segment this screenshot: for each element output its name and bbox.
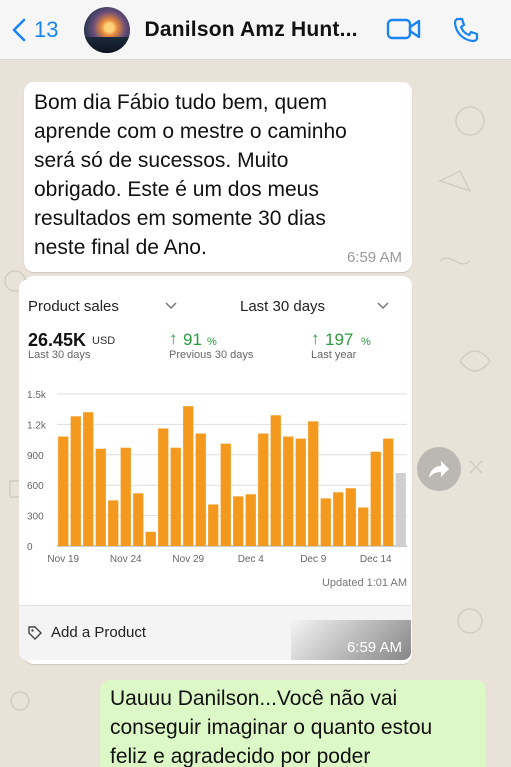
currency-label: USD bbox=[92, 335, 116, 347]
y-tick-label: 600 bbox=[27, 481, 44, 492]
chart-bar bbox=[333, 492, 344, 546]
y-tick-label: 1.5k bbox=[27, 390, 47, 401]
up-arrow-icon: ↑ bbox=[311, 329, 320, 348]
previous-sub-label: Previous 30 days bbox=[169, 349, 254, 361]
chat-header: 13 Danilson Amz Hunt... bbox=[0, 0, 511, 60]
chart-bar bbox=[383, 438, 394, 546]
unread-count: 13 bbox=[34, 16, 59, 42]
message-line: Uauuu Danilson...Você não vai bbox=[110, 687, 398, 710]
year-change-value: 197 bbox=[325, 330, 354, 349]
chart-bar bbox=[308, 421, 319, 546]
chart-bar bbox=[133, 493, 144, 546]
metric-dropdown: Product sales bbox=[28, 298, 119, 315]
back-button[interactable]: 13 bbox=[12, 17, 58, 43]
chart-bar bbox=[108, 500, 119, 546]
image-time: 6:59 AM bbox=[346, 639, 402, 656]
message-line: feliz e agradecido por poder bbox=[110, 745, 371, 767]
tag-icon bbox=[28, 626, 42, 640]
period-dropdown: Last 30 days bbox=[240, 298, 326, 315]
message-time: 6:59 AM bbox=[346, 249, 402, 266]
chart-bar bbox=[295, 438, 306, 546]
avatar[interactable] bbox=[84, 6, 131, 53]
chart-bar bbox=[195, 433, 206, 546]
message-line: Bom dia Fábio tudo bem, quem bbox=[34, 91, 327, 114]
x-tick-label: Nov 29 bbox=[172, 554, 204, 565]
contact-name[interactable]: Danilson Amz Hunt... bbox=[144, 18, 357, 42]
chart-bar bbox=[220, 443, 231, 546]
forward-button[interactable] bbox=[417, 447, 461, 491]
phone-call-icon[interactable] bbox=[452, 16, 480, 49]
sales-report-image[interactable]: Product sales Last 30 days 26.45K USD La… bbox=[19, 280, 411, 660]
chevron-down-icon bbox=[165, 302, 177, 310]
percent-label: % bbox=[207, 336, 217, 348]
x-tick-label: Nov 19 bbox=[47, 554, 79, 565]
chart-bar bbox=[370, 451, 381, 546]
chart-bar bbox=[270, 415, 281, 546]
chevron-down-icon bbox=[377, 302, 389, 310]
y-tick-label: 1.2k bbox=[27, 420, 47, 431]
chart-bar bbox=[320, 498, 331, 546]
add-product-label: Add a Product bbox=[51, 624, 147, 641]
updated-label: Updated 1:01 AM bbox=[321, 577, 407, 589]
chart-bar bbox=[58, 436, 69, 546]
x-tick-label: Dec 4 bbox=[238, 554, 265, 565]
chevron-left-icon bbox=[12, 18, 26, 41]
previous-change-value: 91 bbox=[183, 330, 202, 349]
chart-bar bbox=[395, 473, 406, 546]
percent-label: % bbox=[361, 336, 371, 348]
chart-bar bbox=[233, 496, 244, 546]
chart-bar bbox=[95, 448, 106, 546]
x-tick-label: Nov 24 bbox=[110, 554, 142, 565]
chart-bar bbox=[358, 507, 369, 546]
chart-bar bbox=[120, 447, 131, 546]
chart-bar bbox=[208, 504, 219, 546]
y-tick-label: 900 bbox=[27, 451, 44, 462]
incoming-message[interactable]: Bom dia Fábio tudo bem, quem aprende com… bbox=[24, 82, 412, 272]
video-call-icon[interactable] bbox=[386, 16, 422, 47]
chart-bar bbox=[183, 406, 194, 546]
chart-bar bbox=[70, 416, 81, 546]
message-line: conseguir imaginar o quanto estou bbox=[110, 716, 433, 739]
year-sub-label: Last year bbox=[311, 349, 357, 361]
x-tick-label: Dec 14 bbox=[360, 554, 392, 565]
outgoing-message[interactable]: Uauuu Danilson...Você não vai conseguir … bbox=[100, 680, 486, 767]
message-line: resultados em somente 30 dias bbox=[34, 207, 326, 230]
sales-bar-chart: 0 300 600 900 1.2k 1.5k Nov 19 Nov 24 Nov 29 Dec … bbox=[27, 390, 407, 565]
y-tick-label: 300 bbox=[27, 512, 44, 523]
y-tick-label: 0 bbox=[27, 542, 33, 553]
chart-bar bbox=[345, 488, 356, 546]
chart-bar bbox=[158, 428, 169, 546]
chart-bar bbox=[245, 494, 256, 546]
total-sub-label: Last 30 days bbox=[28, 349, 91, 361]
chart-bar bbox=[145, 531, 156, 546]
chart-bar bbox=[83, 412, 94, 546]
forward-icon bbox=[429, 461, 449, 478]
message-line: obrigado. Este é um dos meus bbox=[34, 178, 319, 201]
up-arrow-icon: ↑ bbox=[169, 329, 178, 348]
x-tick-label: Dec 9 bbox=[300, 554, 327, 565]
chart-bar bbox=[283, 436, 294, 546]
chart-bar bbox=[170, 447, 181, 546]
chart-bar bbox=[258, 433, 269, 546]
total-sales-value: 26.45K bbox=[28, 330, 87, 350]
message-line: aprende com o mestre o caminho bbox=[34, 120, 347, 143]
message-line: será só de sucessos. Muito bbox=[34, 149, 289, 172]
